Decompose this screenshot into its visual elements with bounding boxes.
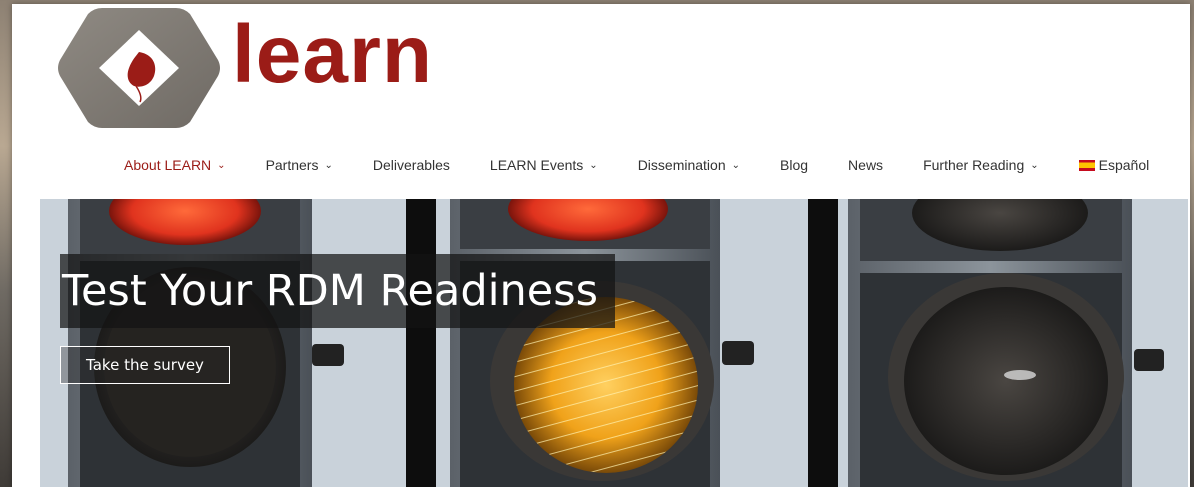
nav-item-espanol[interactable]: Español — [1078, 157, 1150, 173]
diamond-leaf-icon — [58, 8, 220, 128]
take-survey-button[interactable]: Take the survey — [60, 346, 230, 384]
nav-item-partners[interactable]: Partners ⌄ — [266, 157, 333, 173]
traffic-lights-image — [40, 199, 1188, 487]
nav-item-label: News — [848, 157, 884, 173]
nav-item-label: Español — [1098, 157, 1150, 173]
nav-item-label: Partners — [265, 157, 319, 173]
spain-flag-icon — [1078, 159, 1095, 171]
chevron-down-icon: ⌄ — [731, 159, 741, 171]
hero-title: Test Your RDM Readiness — [60, 254, 615, 328]
nav-item-label: Further Reading — [923, 157, 1025, 173]
nav-item-further-reading[interactable]: Further Reading ⌄ — [923, 157, 1039, 173]
nav-item-label: Deliverables — [372, 157, 450, 173]
hero-banner: Test Your RDM Readiness Take the survey — [40, 199, 1188, 487]
chevron-down-icon: ⌄ — [1030, 159, 1039, 171]
nav-item-label: LEARN Events — [489, 157, 584, 173]
nav-item-dissemination[interactable]: Dissemination ⌄ — [638, 157, 740, 173]
nav-item-news[interactable]: News — [848, 157, 883, 173]
brand-name: learn — [232, 9, 433, 100]
main-nav: About LEARN ⌄ Partners ⌄ Deliverables LE… — [124, 154, 1149, 176]
nav-item-about-learn[interactable]: About LEARN ⌄ — [124, 157, 226, 173]
nav-item-learn-events[interactable]: LEARN Events ⌄ — [490, 157, 598, 173]
nav-item-blog[interactable]: Blog — [780, 157, 808, 173]
site-logo[interactable]: learn — [54, 6, 434, 130]
nav-item-label: About LEARN — [124, 157, 212, 173]
chevron-down-icon: ⌄ — [324, 159, 333, 171]
nav-item-label: Dissemination — [637, 157, 726, 173]
nav-item-label: Blog — [780, 157, 809, 173]
chevron-down-icon: ⌄ — [217, 159, 226, 171]
page: learn About LEARN ⌄ Partners ⌄ Deliverab… — [12, 4, 1190, 487]
chevron-down-icon: ⌄ — [589, 159, 598, 171]
nav-item-deliverables[interactable]: Deliverables — [373, 157, 450, 173]
